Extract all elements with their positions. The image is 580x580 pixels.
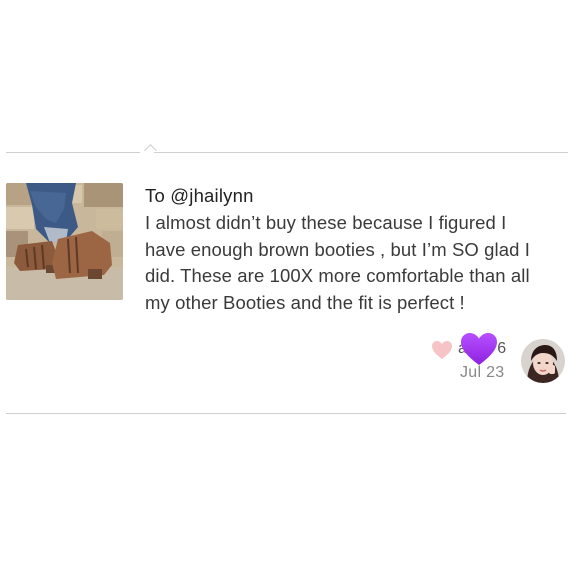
timestamp: Jul 23 [460,364,505,381]
comment-page: To @jhailynn I almost didn’t buy these b… [0,0,580,580]
divider-notch [144,144,157,157]
comment-line: did. These are 100X more comfortable tha… [145,265,530,286]
user-avatar[interactable] [521,339,565,383]
comment-line: I almost didn’t buy these because I figu… [145,212,507,233]
top-divider [6,152,140,153]
comment-line: my other Booties and the fit is perfect … [145,291,465,313]
comment-line: have enough brown booties , but I’m SO g… [145,238,531,260]
heart-outline-icon[interactable] [431,340,453,360]
username-end: 6 [497,340,507,357]
comment-text: I almost didn’t buy these because I figu… [145,210,565,316]
bottom-divider [6,413,566,414]
purple-heart-icon [460,332,498,366]
mention-text[interactable]: To @jhailynn [145,184,565,208]
comment-body: To @jhailynn I almost didn’t buy these b… [145,184,565,316]
product-thumbnail[interactable] [6,183,123,300]
top-divider-right [154,152,568,153]
